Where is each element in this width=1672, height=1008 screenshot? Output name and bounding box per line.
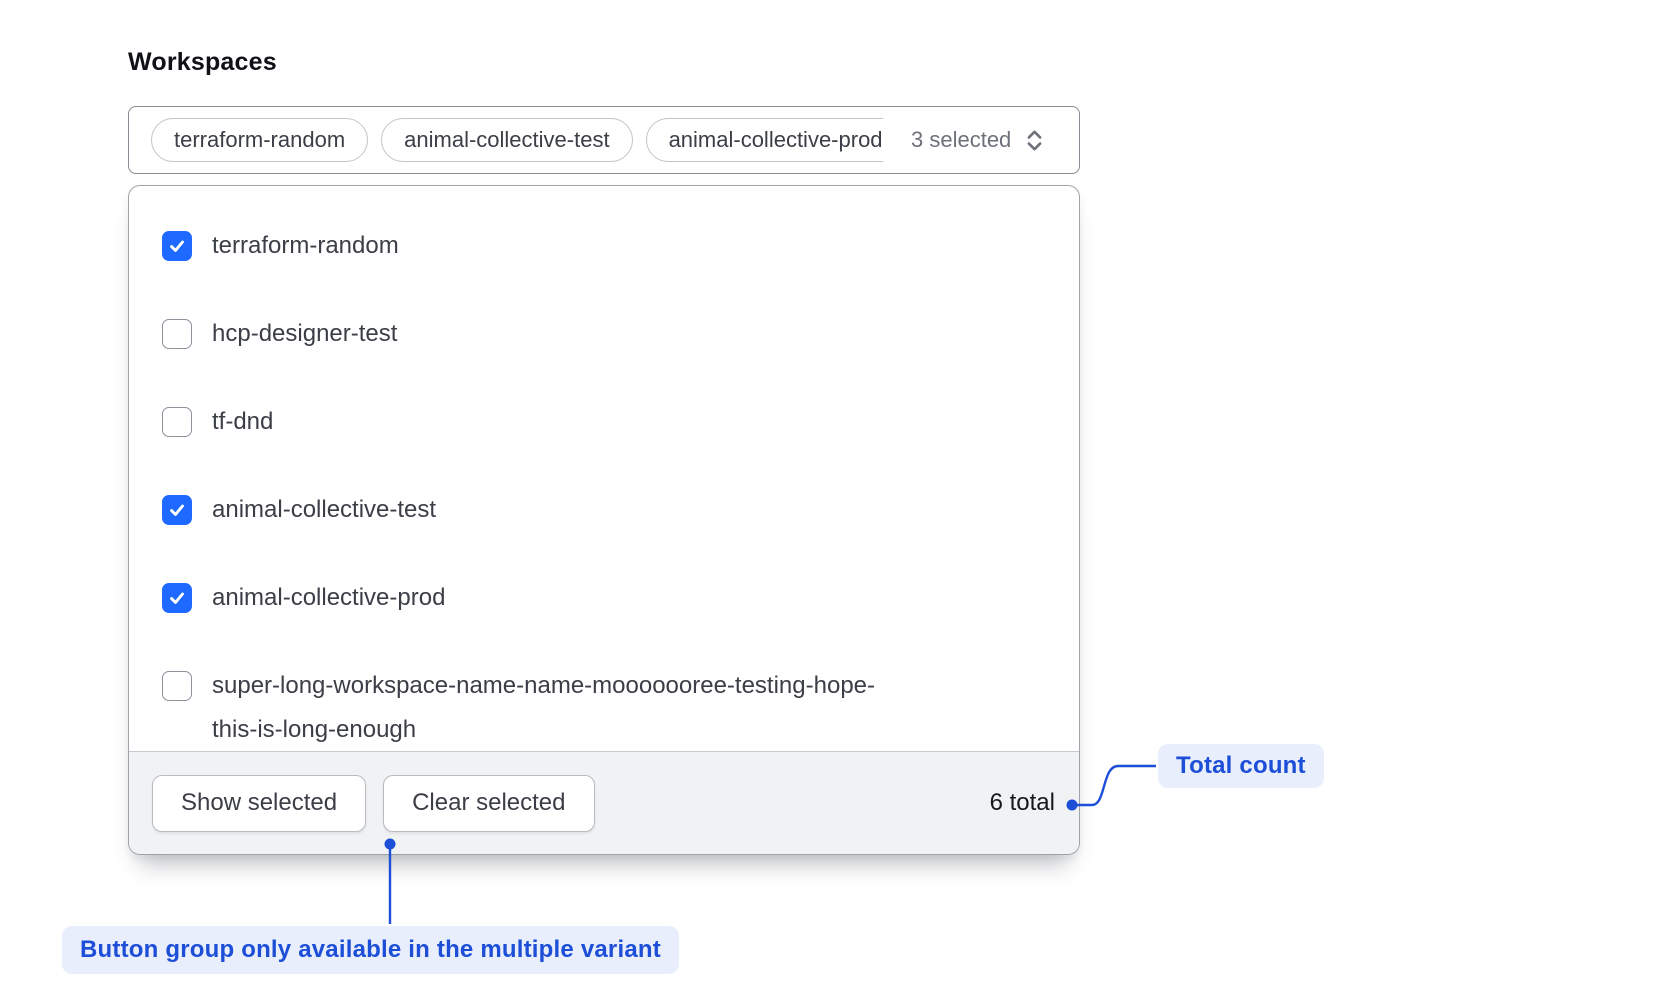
selected-pills-container: terraform-random animal-collective-test … — [151, 118, 883, 162]
annotation-total-count: Total count — [1158, 744, 1324, 788]
checkbox[interactable] — [162, 319, 192, 349]
option-label: hcp-designer-test — [212, 312, 397, 356]
clear-selected-button[interactable]: Clear selected — [383, 775, 594, 832]
show-selected-button[interactable]: Show selected — [152, 775, 366, 832]
chevron-up-down-icon — [1021, 127, 1048, 154]
listbox-footer: Show selected Clear selected 6 total — [129, 751, 1079, 854]
selected-option-pill[interactable]: animal-collective-test — [381, 118, 632, 162]
option-animal-collective-test[interactable]: animal-collective-test — [162, 466, 1057, 554]
option-label: super-long-workspace-name-name-moooooore… — [212, 664, 912, 751]
checkbox[interactable] — [162, 583, 192, 613]
checkbox[interactable] — [162, 231, 192, 261]
option-tf-dnd[interactable]: tf-dnd — [162, 378, 1057, 466]
option-label: tf-dnd — [212, 400, 273, 444]
checkbox[interactable] — [162, 407, 192, 437]
option-hcp-designer-test[interactable]: hcp-designer-test — [162, 290, 1057, 378]
annotation-button-group: Button group only available in the multi… — [62, 926, 679, 974]
options-list: terraform-random hcp-designer-test tf-dn… — [129, 186, 1079, 751]
option-animal-collective-prod[interactable]: animal-collective-prod — [162, 554, 1057, 642]
checkbox[interactable] — [162, 495, 192, 525]
option-label: terraform-random — [212, 224, 399, 268]
checkbox[interactable] — [162, 671, 192, 701]
option-super-long-workspace[interactable]: super-long-workspace-name-name-moooooore… — [162, 642, 1057, 751]
option-terraform-random[interactable]: terraform-random — [162, 200, 1057, 290]
selected-option-pill[interactable]: animal-collective-prod — [646, 118, 883, 162]
selected-option-pill[interactable]: terraform-random — [151, 118, 368, 162]
option-label: animal-collective-test — [212, 488, 436, 532]
page-title: Workspaces — [128, 48, 277, 77]
multiselect-trigger[interactable]: terraform-random animal-collective-test … — [128, 106, 1080, 174]
connector-line — [1077, 766, 1156, 805]
total-count-text: 6 total — [990, 789, 1055, 817]
multiselect-listbox: terraform-random hcp-designer-test tf-dn… — [128, 185, 1080, 855]
selected-count-text: 3 selected — [911, 127, 1011, 153]
option-label: animal-collective-prod — [212, 576, 445, 620]
